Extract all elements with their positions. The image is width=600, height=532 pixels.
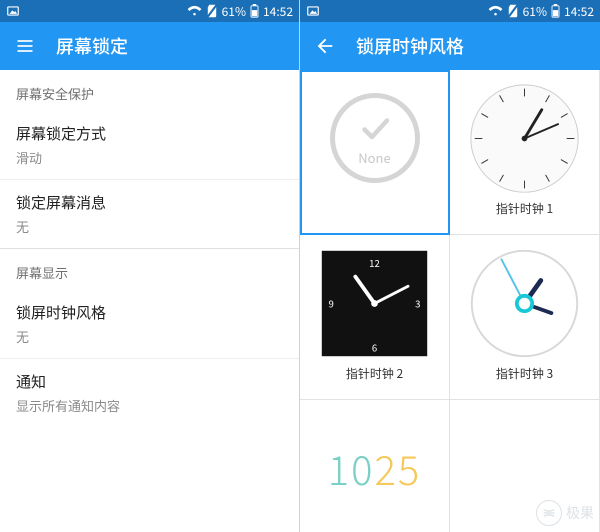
app-bar-left: 屏幕锁定 xyxy=(0,22,299,70)
thumb-analog-3 xyxy=(465,243,585,363)
svg-text:12: 12 xyxy=(369,256,380,270)
battery-percent: 61% xyxy=(222,3,246,20)
style-option-analog-1[interactable]: 指针时钟 1 xyxy=(450,70,600,235)
item-notifications[interactable]: 通知 显示所有通知内容 xyxy=(0,358,299,427)
item-clock-style[interactable]: 锁屏时钟风格 无 xyxy=(0,290,299,358)
clock-text: 14:52 xyxy=(564,3,594,20)
caption: 指针时钟 3 xyxy=(496,365,553,382)
style-option-none[interactable]: None xyxy=(300,70,450,235)
svg-text:6: 6 xyxy=(372,340,377,354)
app-bar-right: 锁屏时钟风格 xyxy=(300,22,600,70)
item-lock-method[interactable]: 屏幕锁定方式 滑动 xyxy=(0,111,299,179)
check-icon xyxy=(357,110,393,146)
watermark: 极果 xyxy=(536,500,594,526)
page-title: 锁屏时钟风格 xyxy=(356,33,464,59)
caption: 指针时钟 2 xyxy=(346,365,403,382)
item-secondary: 显示所有通知内容 xyxy=(16,396,283,415)
phone-left: 61% 14:52 屏幕锁定 屏幕安全保护 屏幕锁定方式 滑动 锁定屏幕消息 无… xyxy=(0,0,300,532)
thumb-digital-1: 10 25 xyxy=(315,408,435,528)
none-label: None xyxy=(358,148,390,167)
digital-hours: 10 xyxy=(328,439,375,497)
no-sim-icon xyxy=(507,4,519,18)
picture-icon xyxy=(6,4,20,18)
back-icon[interactable] xyxy=(314,35,336,57)
battery-percent: 61% xyxy=(523,3,547,20)
clock-text: 14:52 xyxy=(263,3,293,20)
clock-style-grid: None xyxy=(300,70,600,532)
section-header-display: 屏幕显示 xyxy=(0,249,299,290)
item-secondary: 无 xyxy=(16,327,283,346)
wifi-icon xyxy=(187,5,202,17)
settings-list: 屏幕安全保护 屏幕锁定方式 滑动 锁定屏幕消息 无 屏幕显示 锁屏时钟风格 无 … xyxy=(0,70,299,532)
svg-text:9: 9 xyxy=(329,296,334,310)
thumb-analog-2: 12 3 6 9 xyxy=(315,243,435,363)
caption: 指针时钟 1 xyxy=(496,200,553,217)
watermark-text: 极果 xyxy=(566,503,594,523)
watermark-icon xyxy=(536,500,562,526)
style-option-digital-1[interactable]: 10 25 数字时钟 1 xyxy=(300,400,450,532)
item-secondary: 无 xyxy=(16,217,283,236)
hamburger-icon[interactable] xyxy=(14,35,36,57)
item-secondary: 滑动 xyxy=(16,148,283,167)
item-primary: 通知 xyxy=(16,371,283,392)
wifi-icon xyxy=(488,5,503,17)
item-lock-message[interactable]: 锁定屏幕消息 无 xyxy=(0,179,299,248)
svg-text:3: 3 xyxy=(415,296,420,310)
item-primary: 锁定屏幕消息 xyxy=(16,192,283,213)
item-primary: 屏幕锁定方式 xyxy=(16,123,283,144)
thumb-analog-1 xyxy=(465,78,585,198)
battery-icon xyxy=(551,4,560,18)
status-bar: 61% 14:52 xyxy=(300,0,600,22)
style-option-analog-2[interactable]: 12 3 6 9 指针时钟 2 xyxy=(300,235,450,400)
phone-right: 61% 14:52 锁屏时钟风格 None xyxy=(300,0,600,532)
digital-minutes: 25 xyxy=(375,439,422,497)
style-option-analog-3[interactable]: 指针时钟 3 xyxy=(450,235,600,400)
battery-icon xyxy=(250,4,259,18)
status-bar: 61% 14:52 xyxy=(0,0,299,22)
item-primary: 锁屏时钟风格 xyxy=(16,302,283,323)
no-sim-icon xyxy=(206,4,218,18)
section-header-security: 屏幕安全保护 xyxy=(0,70,299,111)
page-title: 屏幕锁定 xyxy=(56,33,128,59)
thumb-none: None xyxy=(315,78,435,198)
picture-icon xyxy=(306,4,320,18)
